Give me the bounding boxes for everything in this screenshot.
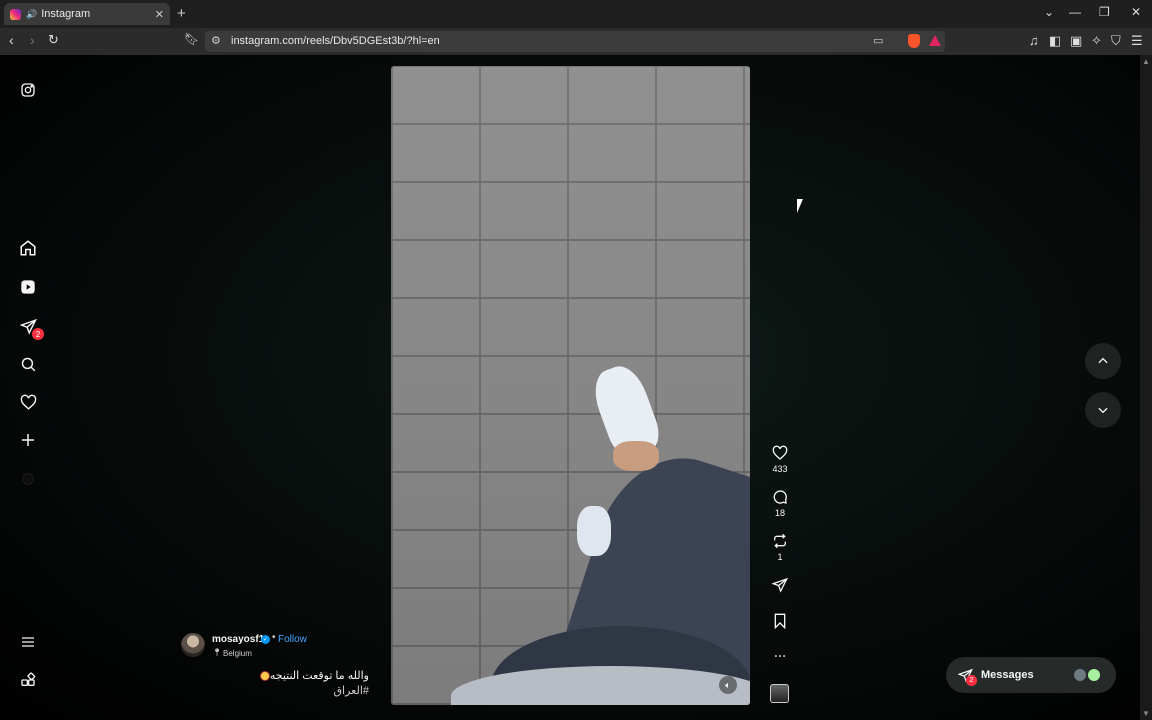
video-foot-shape — [577, 506, 611, 556]
back-icon[interactable]: ‹ — [9, 32, 14, 48]
location-pin-icon: 📍︎ — [212, 648, 223, 657]
mouse-cursor-icon — [797, 199, 803, 213]
reel-caption: والله ما توقعت النتيجه — [256, 669, 369, 682]
save-action[interactable] — [770, 613, 790, 629]
browser-tab[interactable]: 🔊 Instagram ✕ — [4, 3, 170, 25]
heart-icon[interactable] — [18, 392, 38, 412]
verified-badge-icon: ✓ — [261, 635, 270, 644]
author-username[interactable]: mosayosf1 — [212, 634, 264, 645]
previous-reel-button[interactable] — [1085, 343, 1121, 379]
original-audio-thumbnail[interactable] — [770, 684, 789, 703]
more-options-action[interactable] — [770, 648, 790, 664]
chevron-up-icon — [1098, 357, 1108, 364]
save-bookmark-icon — [774, 613, 786, 629]
more-dots-icon — [774, 655, 786, 657]
browser-tab-strip: 🔊 Instagram ✕ + ⌄ — ❐ ✕ — [0, 0, 1152, 28]
share-action[interactable] — [770, 577, 790, 593]
forward-icon[interactable]: › — [30, 32, 35, 48]
site-info-icon[interactable]: ⚙ — [211, 34, 221, 47]
next-reel-button[interactable] — [1085, 392, 1121, 428]
address-bar[interactable]: ⚙ instagram.com/reels/Dbv5DGEst3b/?hl=en… — [205, 31, 945, 52]
follow-button[interactable]: Follow — [278, 634, 307, 645]
bookmark-page-icon[interactable]: 🔖︎ — [184, 32, 199, 46]
messages-label: Messages — [981, 669, 1034, 681]
browser-menu-icon[interactable]: ☰ — [1131, 33, 1143, 49]
wallet-icon[interactable]: ▣ — [1070, 33, 1082, 49]
like-count: 433 — [772, 464, 788, 474]
instagram-logo-icon[interactable] — [18, 80, 38, 100]
brave-shields-icon[interactable] — [908, 34, 920, 48]
sidebar-toggle-icon[interactable]: ◧ — [1049, 33, 1061, 49]
chevron-down-icon — [1098, 407, 1108, 414]
reels-icon[interactable] — [18, 277, 38, 297]
new-tab-button[interactable]: + — [177, 5, 186, 22]
tab-title: Instagram — [41, 8, 91, 20]
separator-dot: • — [272, 632, 276, 643]
comment-bubble-icon — [773, 490, 787, 504]
speaker-icon[interactable]: 🔊 — [26, 9, 37, 20]
create-plus-icon[interactable] — [18, 430, 38, 450]
scroll-down-icon[interactable]: ▼ — [1142, 709, 1150, 718]
messages-badge: 2 — [32, 328, 44, 340]
repost-count: 1 — [777, 552, 783, 562]
menu-hamburger-icon[interactable] — [18, 632, 38, 652]
messages-button[interactable]: 2 Messages — [946, 657, 1116, 693]
like-heart-icon — [772, 445, 788, 460]
browser-toolbar: ‹ › ↻ 🔖︎ ⚙ instagram.com/reels/Dbv5DGEst… — [0, 28, 1152, 55]
reload-icon[interactable]: ↻ — [48, 32, 59, 48]
minimize-icon[interactable]: — — [1069, 5, 1081, 19]
cast-icon[interactable]: ▭ — [873, 34, 883, 47]
like-action[interactable]: 433 — [770, 445, 790, 474]
messages-count-badge: 2 — [966, 675, 977, 686]
url-text[interactable]: instagram.com/reels/Dbv5DGEst3b/?hl=en — [231, 35, 440, 47]
tab-search-chevron-icon[interactable]: ⌄ — [1044, 5, 1054, 19]
caption-text: والله ما توقعت النتيجه — [269, 670, 369, 682]
brave-rewards-icon[interactable] — [929, 35, 941, 46]
caption-hashtag[interactable]: #العراق — [334, 684, 370, 697]
restore-icon[interactable]: ❐ — [1099, 5, 1110, 19]
media-icon[interactable]: ♫ — [1029, 33, 1039, 48]
share-paper-plane-icon — [772, 577, 788, 593]
emoji-icon — [259, 671, 270, 682]
comment-action[interactable]: 18 — [770, 489, 790, 518]
close-tab-icon[interactable]: ✕ — [155, 8, 164, 21]
message-contact-avatar — [1086, 667, 1102, 683]
scroll-up-icon[interactable]: ▲ — [1142, 57, 1150, 66]
audio-toggle-icon[interactable]: 🔈︎ — [719, 676, 737, 694]
search-icon[interactable] — [18, 354, 38, 374]
profile-avatar-icon[interactable] — [18, 469, 38, 489]
video-ankle-shape — [613, 441, 659, 471]
comment-count: 18 — [774, 508, 785, 518]
repost-action[interactable]: 1 — [770, 533, 790, 562]
vpn-icon[interactable]: ⛉ — [1111, 33, 1121, 49]
repost-icon — [774, 533, 786, 549]
instagram-favicon-icon — [10, 8, 21, 20]
direct-messages-icon[interactable]: 2 — [18, 316, 44, 340]
window-close-icon[interactable]: ✕ — [1131, 5, 1141, 19]
author-avatar[interactable] — [181, 633, 205, 657]
also-from-meta-icon[interactable] — [18, 670, 38, 690]
reel-video[interactable]: 🔈︎ — [391, 66, 750, 705]
location-label[interactable]: Belgium — [223, 649, 252, 658]
leo-ai-icon[interactable]: ✧ — [1091, 33, 1102, 49]
page-scrollbar[interactable]: ▲ ▼ — [1140, 55, 1152, 720]
home-icon[interactable] — [18, 238, 38, 258]
